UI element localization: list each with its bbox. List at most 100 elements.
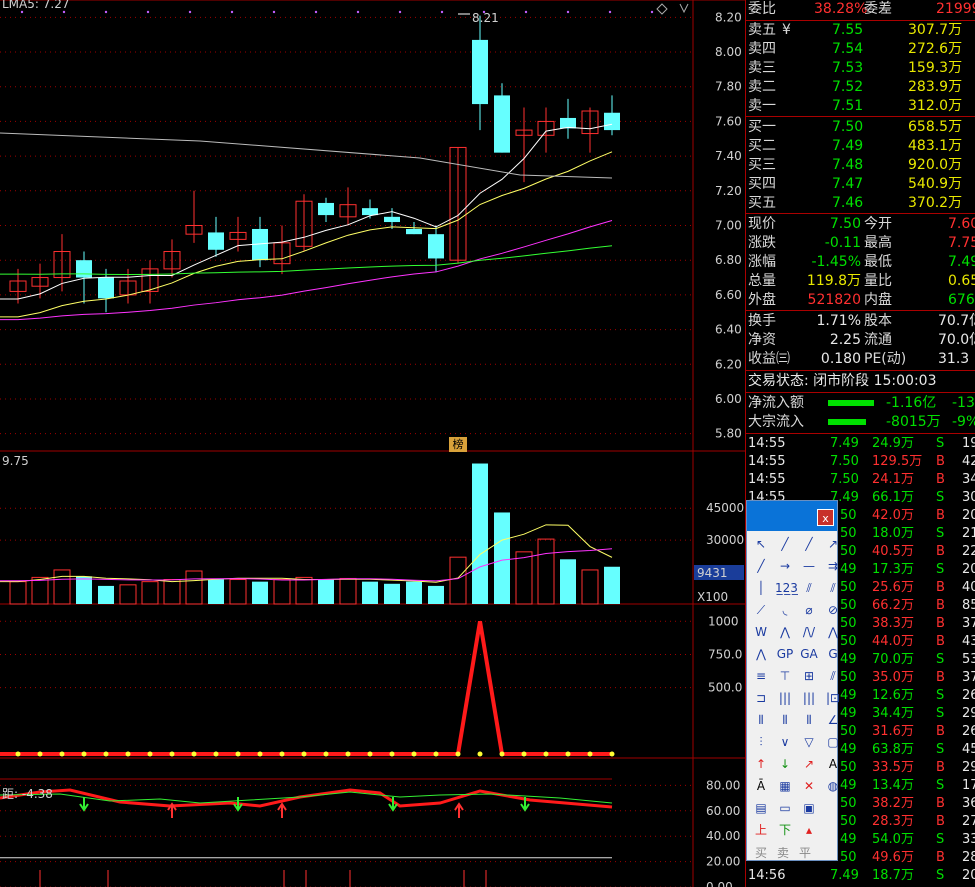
shang-icon[interactable]: 上 [751,820,771,840]
circle-icon[interactable]: ⌀ [799,600,819,620]
segment-icon[interactable]: ╱ [751,556,771,576]
ruler-icon[interactable]: ▭ [775,798,795,818]
bottom-flat-button[interactable]: 平 [799,844,811,861]
trade-status-row[interactable]: 交易状态: 闭市阶段 15:00:03 [746,372,975,391]
stat2-row[interactable]: 换手 1.71%股本 70.7亿 [746,312,975,331]
xia-icon[interactable]: 下 [775,820,795,840]
bars-icon[interactable]: ||| [775,688,795,708]
vol-header-label: 9.75 [2,454,29,468]
rectangle-icon[interactable]: ▢ [823,732,843,752]
stat2-row[interactable]: 净资 2.25流通 70.0亿 [746,331,975,350]
up-arrow-icon[interactable]: ↑ [751,754,771,774]
grid-icon[interactable]: ≡ [751,666,771,686]
buy-row[interactable]: 买五 7.46 370.2万 [746,194,975,213]
gann-icon[interactable]: ⊞ [799,666,819,686]
sell-row[interactable]: 卖二 7.52 283.9万 [746,78,975,97]
drawing-toolbox[interactable]: x ↖ ╱ ╱ ↗ ╱ → — ⇉ │ 1̲2̲3̲ ⫽ ⫽ ⟋ ◟ ⌀ ⊘ W ⋀/\/⋀ ⋀ GP GA G ≡ ⊤ ⊞ ⫽ ⊐… [746,500,840,861]
stat-row[interactable]: 外盘 521820内盘 676606 [746,291,975,310]
gp-icon[interactable]: GP [775,644,795,664]
stat2-row[interactable]: 收益㈢ 0.180 PE(动) 31.3 [746,350,975,369]
tick-volume: 18.0万 [872,526,914,541]
slash-icon[interactable]: ⟋ [751,600,771,620]
triple-line-icon[interactable]: ⫽ [823,578,843,598]
fan-icon[interactable]: ⫽ [823,666,843,686]
g-icon[interactable]: G [823,644,843,664]
tick-count: 36 [962,796,975,811]
peak-icon[interactable]: ⋀ [751,644,771,664]
zigzag-icon[interactable]: ⋀ [775,622,795,642]
bang-badge[interactable]: 榜 [449,437,467,452]
fan-lines-icon[interactable]: ⫶ [751,732,771,752]
tick-count: 37 [962,670,975,685]
block-icon[interactable]: ▦ [775,776,795,796]
level-icon[interactable]: ⊤ [775,666,795,686]
horizontal-ray-icon[interactable]: → [775,556,795,576]
arrow-line-icon[interactable]: ↗ [823,534,843,554]
sell-row[interactable]: 卖一 7.51 312.0万 [746,97,975,116]
line-icon[interactable]: ╱ [775,534,795,554]
channel-icon[interactable]: ⫽ [799,578,819,598]
flow-row[interactable]: 净流入额 -1.16亿 -13% [746,394,975,413]
bottom-buy-button[interactable]: 买 [755,844,767,861]
text-label-icon[interactable]: Ā [751,776,771,796]
speed-icon[interactable]: ⦀ [799,710,819,730]
tick-row[interactable]: 14:55 7.49 24.9万 S 19 [746,435,975,453]
stat-row[interactable]: 现价 7.50今开 7.60 [746,215,975,234]
cursor-icon[interactable]: ↖ [751,534,771,554]
time-icon[interactable]: |⊡ [823,688,843,708]
signal-dot [191,751,197,757]
tick-row[interactable]: 14:56 7.49 18.7万 S 20 [746,867,975,885]
wave-icon[interactable]: W [751,622,771,642]
arc-icon[interactable]: ◟ [775,600,795,620]
paint-icon[interactable]: ◍ [823,776,843,796]
delete-icon[interactable]: ✕ [799,776,819,796]
candle-body-down [604,112,620,131]
signal-dot [389,751,395,757]
angle-icon[interactable]: ∠ [823,710,843,730]
weibi-row[interactable]: 委比 38.28%委差 21999 [746,0,975,19]
flag-icon[interactable]: ▴ [799,820,819,840]
image-icon[interactable]: ▣ [799,798,819,818]
barcode-icon[interactable]: ⦀ [775,710,795,730]
signal-tick-label: 500.0 [708,681,742,695]
note-icon[interactable]: ▤ [751,798,771,818]
ellipse-icon[interactable]: ⊘ [823,600,843,620]
kline-chart[interactable]: 8.20 8.00 7.80 7.60 7.40 7.20 7.00 6.80 6.60 6.40… [0,0,745,887]
number-icon[interactable]: 1̲2̲3̲ [775,578,798,598]
bottom-sell-button[interactable]: 卖 [777,844,789,861]
tick-row[interactable]: 14:55 7.50 129.5万 B 42 [746,453,975,471]
parallel-line-icon[interactable]: ⇉ [823,556,843,576]
flow-row[interactable]: 大宗流入 -8015万 -9% [746,413,975,432]
sell-row[interactable]: 卖三 7.53 159.3万 [746,59,975,78]
kline-chart-area[interactable]: 8.20 8.00 7.80 7.60 7.40 7.20 7.00 6.80 6.60 6.40… [0,0,745,887]
toolbox-close-button[interactable]: x [817,509,834,526]
sell-row[interactable]: 卖五 ¥7.55 307.7万 [746,21,975,40]
bracket-icon[interactable]: ⊐ [751,688,771,708]
polyline-icon[interactable]: ∨ [775,732,795,752]
signal-dot [37,751,43,757]
buy-row[interactable]: 买四 7.47 540.9万 [746,175,975,194]
cycle-icon[interactable]: ||| [799,688,819,708]
triangle-icon[interactable]: ▽ [799,732,819,752]
tick-side: B [936,616,945,631]
down-arrow-icon[interactable]: ↓ [775,754,795,774]
text-icon[interactable]: A [823,754,843,774]
vertical-line-icon[interactable]: │ [751,578,771,598]
signal-dot [169,751,175,757]
tick-volume: 17.3万 [872,562,914,577]
buy-row[interactable]: 买三 7.48 920.0万 [746,156,975,175]
buy-row[interactable]: 买一 7.50 658.5万 [746,118,975,137]
buy-row[interactable]: 买二 7.49 483.1万 [746,137,975,156]
fib-icon[interactable]: ⦀ [751,710,771,730]
stat-row[interactable]: 总量 119.8万量比 0.65 [746,272,975,291]
stat-row[interactable]: 涨幅 -1.45%最低 7.49 [746,253,975,272]
sell-row[interactable]: 卖四 7.54 272.6万 [746,40,975,59]
ga-icon[interactable]: GA [799,644,819,664]
stat-row[interactable]: 涨跌 -0.11最高 7.75 [746,234,975,253]
tick-row[interactable]: 14:55 7.50 24.1万 B 34 [746,471,975,489]
wave3-icon[interactable]: /\/ [799,622,819,642]
fan-wave-icon[interactable]: ⋀ [823,622,843,642]
up-flag-icon[interactable]: ↗ [799,754,819,774]
ray-icon[interactable]: ╱ [799,534,819,554]
horizontal-line-icon[interactable]: — [799,556,819,576]
